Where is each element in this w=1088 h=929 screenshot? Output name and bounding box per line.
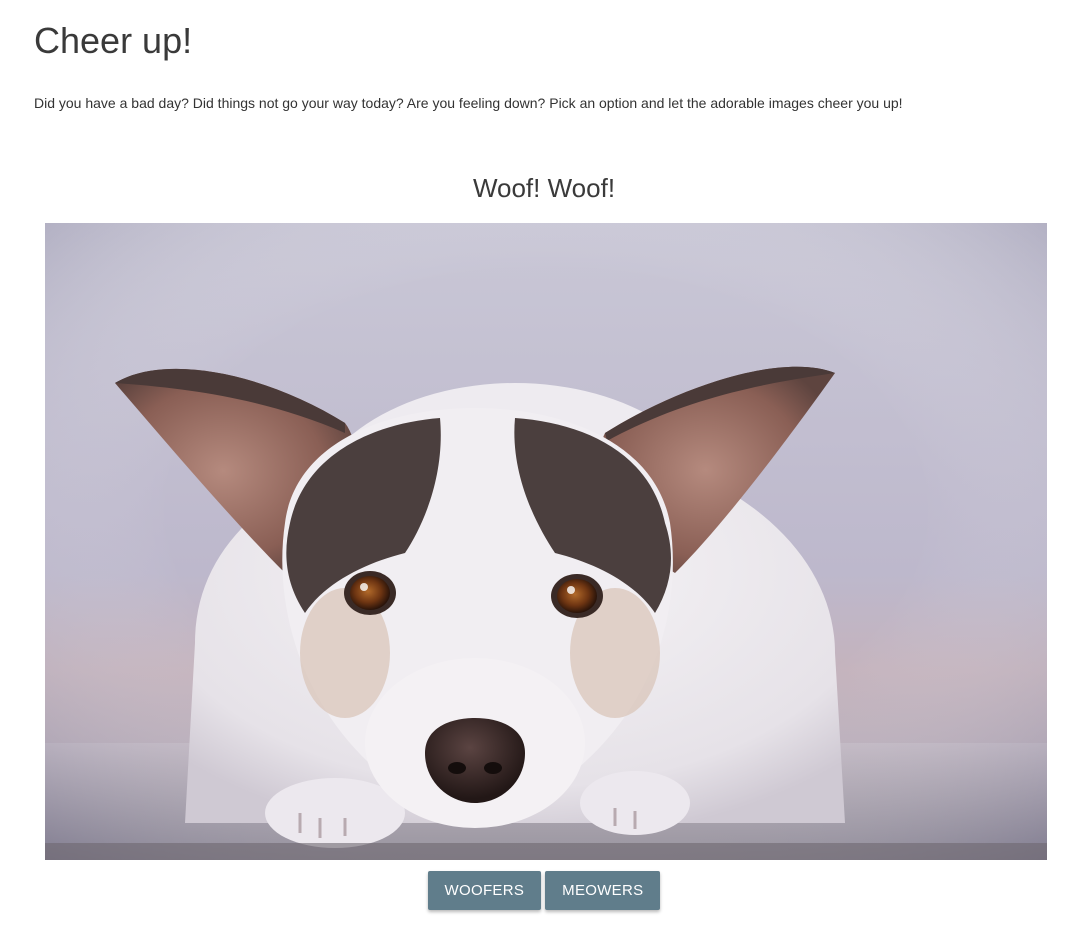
gallery-title: Woof! Woof! (472, 173, 616, 203)
dog-photo (45, 223, 1047, 860)
meowers-button[interactable]: MEOWERS (545, 871, 661, 910)
woofers-button[interactable]: WOOFERS (427, 871, 542, 910)
gallery-buttons: WOOFERS MEOWERS (0, 871, 1088, 910)
page-title: Cheer up! (34, 20, 193, 61)
intro-text: Did you have a bad day? Did things not g… (34, 95, 903, 111)
